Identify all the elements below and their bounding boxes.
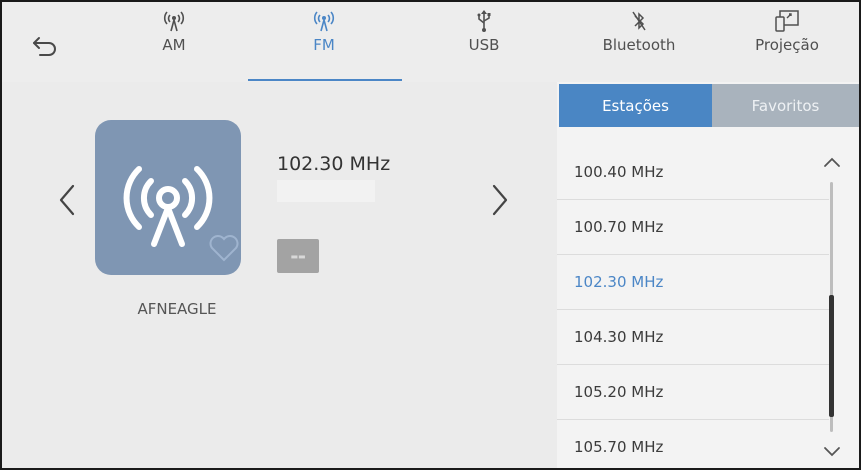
phone-projection-icon bbox=[774, 8, 800, 34]
station-list: 100.40 MHz 100.70 MHz 102.30 MHz 104.30 … bbox=[557, 145, 829, 468]
tab-am[interactable]: AM bbox=[132, 8, 216, 82]
radio-text-area bbox=[277, 180, 375, 202]
station-row-selected[interactable]: 102.30 MHz bbox=[557, 255, 829, 310]
radio-antenna-icon bbox=[312, 8, 336, 34]
station-name: AFNEAGLE bbox=[137, 300, 217, 318]
active-tab-indicator bbox=[248, 79, 402, 81]
favorite-heart-icon[interactable] bbox=[207, 232, 241, 264]
station-list-panel: Estações Favoritos 100.40 MHz 100.70 MHz… bbox=[557, 82, 859, 468]
scrollbar-thumb[interactable] bbox=[829, 295, 834, 417]
now-playing-panel: AFNEAGLE 102.30 MHz ▬▬ bbox=[2, 82, 557, 468]
bluetooth-off-icon bbox=[629, 8, 649, 34]
station-row[interactable]: 100.40 MHz bbox=[557, 145, 829, 200]
usb-icon bbox=[474, 8, 494, 34]
tab-label-bluetooth: Bluetooth bbox=[602, 36, 676, 54]
tab-label-usb: USB bbox=[468, 36, 500, 54]
tab-label-projection: Projeção bbox=[755, 36, 819, 54]
next-station-icon[interactable] bbox=[487, 180, 513, 220]
tab-bluetooth[interactable]: Bluetooth bbox=[587, 8, 691, 82]
current-frequency: 102.30 MHz bbox=[277, 153, 391, 175]
station-artwork bbox=[95, 120, 241, 275]
previous-station-icon[interactable] bbox=[54, 180, 80, 220]
tab-fm[interactable]: FM bbox=[282, 8, 366, 82]
station-row[interactable]: 105.20 MHz bbox=[557, 365, 829, 420]
radio-antenna-icon bbox=[162, 8, 186, 34]
tab-projection[interactable]: Projeção bbox=[737, 8, 837, 82]
radio-screen: AM FM USB Bluetooth Projeção AFNEAGLE 10… bbox=[0, 0, 861, 470]
scroll-down-icon[interactable] bbox=[821, 444, 843, 460]
tab-stations[interactable]: Estações bbox=[559, 84, 712, 127]
scroll-up-icon[interactable] bbox=[821, 154, 843, 170]
top-tab-bar: AM FM USB Bluetooth Projeção bbox=[2, 2, 859, 82]
tab-usb[interactable]: USB bbox=[442, 8, 526, 82]
hd-badge: ▬▬ bbox=[277, 239, 319, 273]
station-row[interactable]: 105.70 MHz bbox=[557, 420, 829, 468]
tab-label-fm: FM bbox=[313, 36, 335, 54]
back-icon[interactable] bbox=[30, 28, 62, 60]
station-row[interactable]: 100.70 MHz bbox=[557, 200, 829, 255]
station-row[interactable]: 104.30 MHz bbox=[557, 310, 829, 365]
tab-favorites[interactable]: Favoritos bbox=[712, 84, 859, 127]
tab-label-am: AM bbox=[162, 36, 186, 54]
